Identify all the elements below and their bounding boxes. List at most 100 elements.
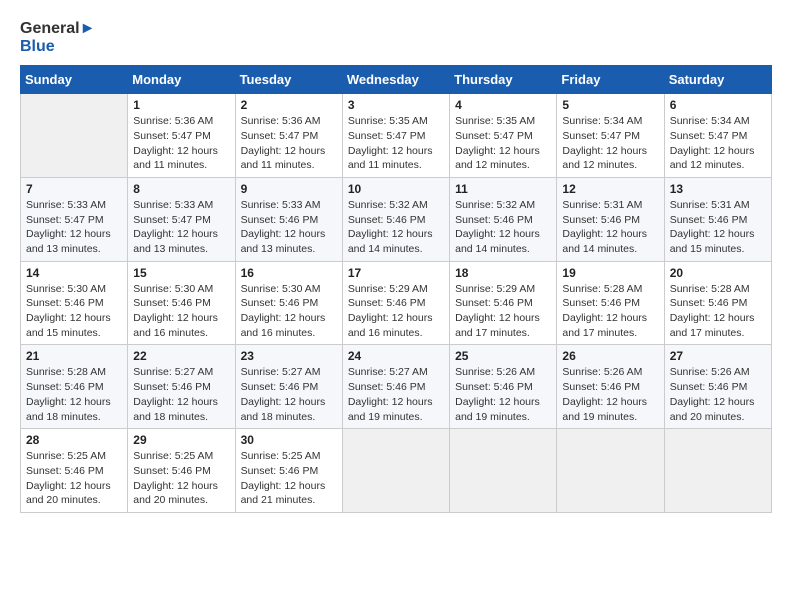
calendar-cell: 18 Sunrise: 5:29 AMSunset: 5:46 PMDayligh… [450,261,557,345]
calendar-cell: 14 Sunrise: 5:30 AMSunset: 5:46 PMDayligh… [21,261,128,345]
day-info: Sunrise: 5:36 AMSunset: 5:47 PMDaylight:… [241,114,337,173]
column-header-saturday: Saturday [664,66,771,94]
day-number: 1 [133,98,229,112]
calendar-cell: 22 Sunrise: 5:27 AMSunset: 5:46 PMDayligh… [128,345,235,429]
calendar-cell: 1Sunrise: 5:36 AMSunset: 5:47 PMDaylight… [128,94,235,178]
calendar-cell: 12 Sunrise: 5:31 AMSunset: 5:46 PMDayligh… [557,177,664,261]
calendar-cell: 20 Sunrise: 5:28 AMSunset: 5:46 PMDayligh… [664,261,771,345]
day-number: 19 [562,266,658,280]
day-number: 20 [670,266,766,280]
calendar-cell: 10 Sunrise: 5:32 AMSunset: 5:46 PMDayligh… [342,177,449,261]
day-info: Sunrise: 5:30 AMSunset: 5:46 PMDaylight:… [26,282,122,341]
day-info: Sunrise: 5:32 AMSunset: 5:46 PMDaylight:… [348,198,444,257]
calendar-week-row: 14 Sunrise: 5:30 AMSunset: 5:46 PMDayligh… [21,261,772,345]
day-info: Sunrise: 5:30 AMSunset: 5:46 PMDaylight:… [133,282,229,341]
day-number: 3 [348,98,444,112]
calendar-table: SundayMondayTuesdayWednesdayThursdayFrid… [20,65,772,513]
calendar-cell: 27Sunrise: 5:26 AMSunset: 5:46 PMDayligh… [664,345,771,429]
day-number: 17 [348,266,444,280]
calendar-cell: 6Sunrise: 5:34 AMSunset: 5:47 PMDaylight… [664,94,771,178]
column-header-sunday: Sunday [21,66,128,94]
day-number: 10 [348,182,444,196]
calendar-cell: 23 Sunrise: 5:27 AMSunset: 5:46 PMDayligh… [235,345,342,429]
day-number: 13 [670,182,766,196]
calendar-cell: 7 Sunrise: 5:33 AMSunset: 5:47 PMDaylight… [21,177,128,261]
calendar-cell: 2 Sunrise: 5:36 AMSunset: 5:47 PMDaylight… [235,94,342,178]
calendar-cell [21,94,128,178]
calendar-cell: 11Sunrise: 5:32 AMSunset: 5:46 PMDayligh… [450,177,557,261]
day-info: Sunrise: 5:30 AMSunset: 5:46 PMDaylight:… [241,282,337,341]
day-number: 22 [133,349,229,363]
day-info: Sunrise: 5:27 AMSunset: 5:46 PMDaylight:… [348,365,444,424]
calendar-header-row: SundayMondayTuesdayWednesdayThursdayFrid… [21,66,772,94]
day-info: Sunrise: 5:29 AMSunset: 5:46 PMDaylight:… [348,282,444,341]
calendar-cell [557,429,664,513]
column-header-monday: Monday [128,66,235,94]
day-number: 25 [455,349,551,363]
day-info: Sunrise: 5:31 AMSunset: 5:46 PMDaylight:… [562,198,658,257]
day-info: Sunrise: 5:34 AMSunset: 5:47 PMDaylight:… [670,114,766,173]
day-number: 18 [455,266,551,280]
calendar-cell: 25 Sunrise: 5:26 AMSunset: 5:46 PMDayligh… [450,345,557,429]
calendar-cell: 28 Sunrise: 5:25 AMSunset: 5:46 PMDayligh… [21,429,128,513]
day-info: Sunrise: 5:26 AMSunset: 5:46 PMDaylight:… [670,365,766,424]
calendar-cell: 3Sunrise: 5:35 AMSunset: 5:47 PMDaylight… [342,94,449,178]
day-number: 7 [26,182,122,196]
column-header-thursday: Thursday [450,66,557,94]
day-number: 29 [133,433,229,447]
calendar-cell: 4 Sunrise: 5:35 AMSunset: 5:47 PMDaylight… [450,94,557,178]
day-number: 5 [562,98,658,112]
day-number: 16 [241,266,337,280]
day-number: 26 [562,349,658,363]
day-number: 4 [455,98,551,112]
day-info: Sunrise: 5:35 AMSunset: 5:47 PMDaylight:… [455,114,551,173]
day-info: Sunrise: 5:28 AMSunset: 5:46 PMDaylight:… [670,282,766,341]
day-number: 23 [241,349,337,363]
day-number: 2 [241,98,337,112]
day-number: 15 [133,266,229,280]
calendar-cell: 17 Sunrise: 5:29 AMSunset: 5:46 PMDayligh… [342,261,449,345]
calendar-cell: 26 Sunrise: 5:26 AMSunset: 5:46 PMDayligh… [557,345,664,429]
page-header: General► Blue [20,20,772,55]
day-info: Sunrise: 5:25 AMSunset: 5:46 PMDaylight:… [133,449,229,508]
calendar-cell: 8Sunrise: 5:33 AMSunset: 5:47 PMDaylight… [128,177,235,261]
calendar-week-row: 21Sunrise: 5:28 AMSunset: 5:46 PMDayligh… [21,345,772,429]
day-number: 21 [26,349,122,363]
calendar-cell [342,429,449,513]
calendar-cell: 21Sunrise: 5:28 AMSunset: 5:46 PMDayligh… [21,345,128,429]
day-number: 12 [562,182,658,196]
logo-text: General► Blue [20,20,95,55]
day-number: 24 [348,349,444,363]
day-info: Sunrise: 5:33 AMSunset: 5:47 PMDaylight:… [26,198,122,257]
calendar-cell: 16 Sunrise: 5:30 AMSunset: 5:46 PMDayligh… [235,261,342,345]
calendar-cell: 13 Sunrise: 5:31 AMSunset: 5:46 PMDayligh… [664,177,771,261]
calendar-cell: 9Sunrise: 5:33 AMSunset: 5:46 PMDaylight… [235,177,342,261]
day-info: Sunrise: 5:29 AMSunset: 5:46 PMDaylight:… [455,282,551,341]
calendar-cell: 29 Sunrise: 5:25 AMSunset: 5:46 PMDayligh… [128,429,235,513]
day-info: Sunrise: 5:27 AMSunset: 5:46 PMDaylight:… [133,365,229,424]
day-info: Sunrise: 5:26 AMSunset: 5:46 PMDaylight:… [562,365,658,424]
day-info: Sunrise: 5:33 AMSunset: 5:47 PMDaylight:… [133,198,229,257]
column-header-friday: Friday [557,66,664,94]
day-info: Sunrise: 5:25 AMSunset: 5:46 PMDaylight:… [26,449,122,508]
calendar-cell: 15 Sunrise: 5:30 AMSunset: 5:46 PMDayligh… [128,261,235,345]
day-info: Sunrise: 5:33 AMSunset: 5:46 PMDaylight:… [241,198,337,257]
day-number: 30 [241,433,337,447]
day-info: Sunrise: 5:26 AMSunset: 5:46 PMDaylight:… [455,365,551,424]
calendar-week-row: 7 Sunrise: 5:33 AMSunset: 5:47 PMDaylight… [21,177,772,261]
calendar-cell: 19Sunrise: 5:28 AMSunset: 5:46 PMDayligh… [557,261,664,345]
calendar-cell: 30 Sunrise: 5:25 AMSunset: 5:46 PMDayligh… [235,429,342,513]
calendar-cell: 24 Sunrise: 5:27 AMSunset: 5:46 PMDayligh… [342,345,449,429]
day-info: Sunrise: 5:27 AMSunset: 5:46 PMDaylight:… [241,365,337,424]
day-info: Sunrise: 5:31 AMSunset: 5:46 PMDaylight:… [670,198,766,257]
calendar-week-row: 1 Sunrise: 5:36 AMSunset: 5:47 PMDaylight… [21,94,772,178]
day-info: Sunrise: 5:32 AMSunset: 5:46 PMDaylight:… [455,198,551,257]
calendar-cell [450,429,557,513]
day-info: Sunrise: 5:25 AMSunset: 5:46 PMDaylight:… [241,449,337,508]
day-number: 28 [26,433,122,447]
day-info: Sunrise: 5:34 AMSunset: 5:47 PMDaylight:… [562,114,658,173]
day-number: 14 [26,266,122,280]
calendar-cell [664,429,771,513]
calendar-week-row: 28 Sunrise: 5:25 AMSunset: 5:46 PMDayligh… [21,429,772,513]
column-header-wednesday: Wednesday [342,66,449,94]
